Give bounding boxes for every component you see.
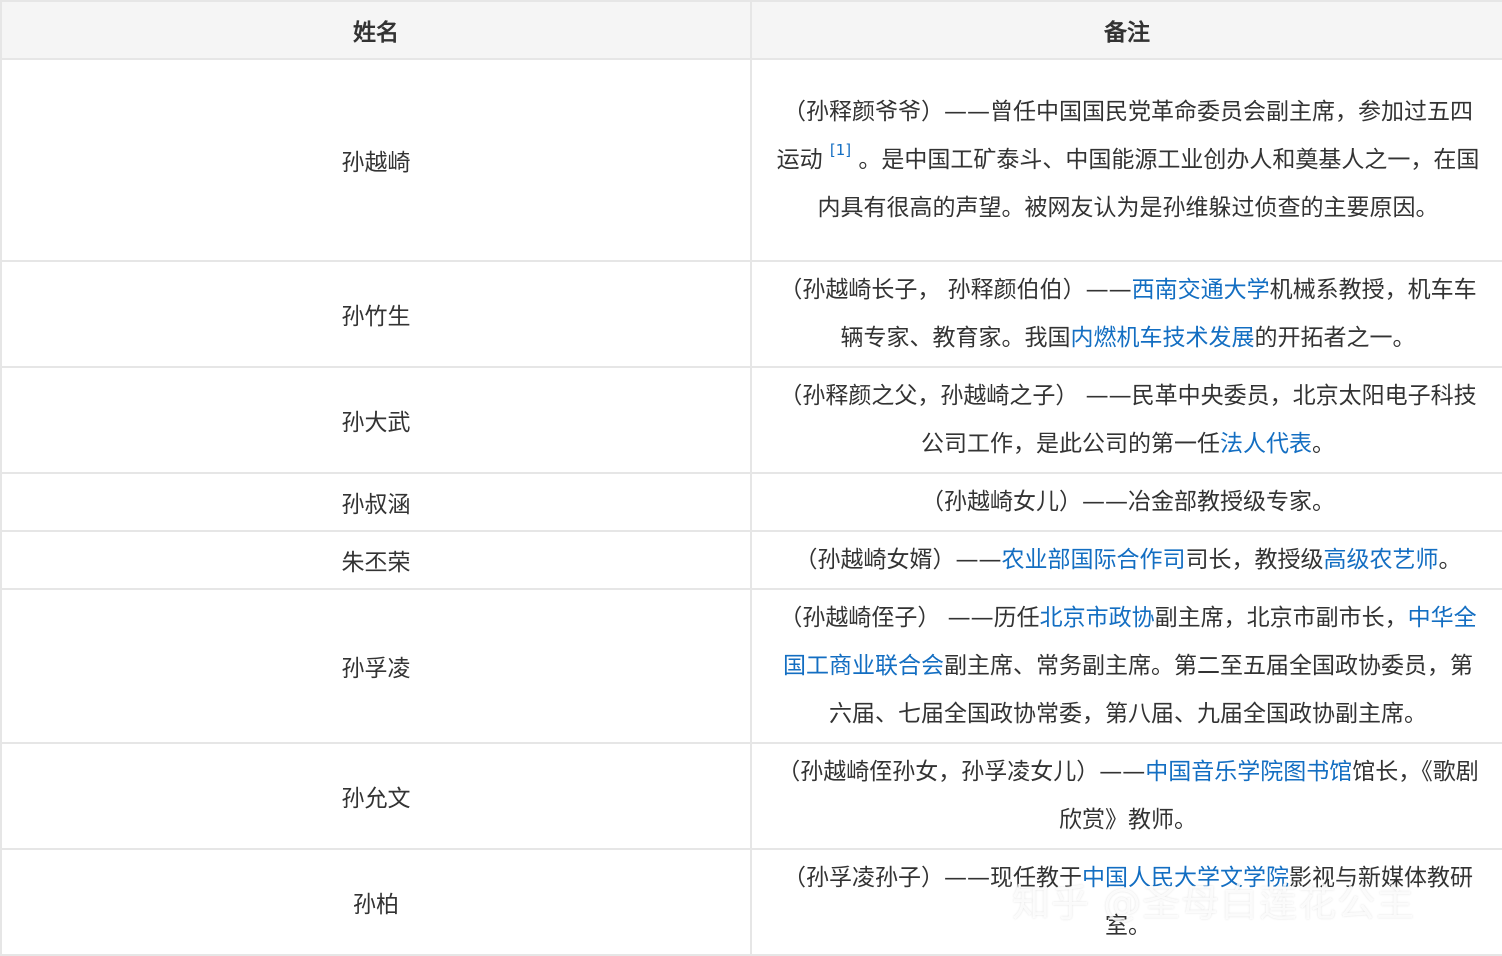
table-body: 孙越崎 （孙释颜爷爷）——曾任中国国民党革命委员会副主席，参加过五四运动 [1] … [0, 58, 1502, 956]
note-link[interactable]: 北京市政协 [1040, 605, 1155, 631]
note-text: （孙越崎长子， 孙释颜伯伯）—— [779, 277, 1132, 303]
note-link[interactable]: 法人代表 [1220, 431, 1312, 457]
note-text: 。 [1312, 431, 1335, 457]
person-name: 孙叔涵 [0, 472, 752, 532]
citation-link[interactable]: [1] [830, 141, 851, 159]
note-text: 的开拓者之一。 [1254, 325, 1416, 351]
note-text: （孙越崎女婿）—— [794, 547, 1002, 573]
watermark: 知乎 @圣母白莲花公主 [1012, 881, 1416, 925]
note-text: 副主席，北京市副市长， [1154, 605, 1408, 631]
note-text: 。是中国工矿泰斗、中国能源工业创办人和奠基人之一，在国内具有很高的声望。被网友认… [817, 147, 1480, 221]
header-row: 姓名 备注 [0, 0, 1502, 60]
note-link[interactable]: 西南交通大学 [1132, 277, 1270, 303]
note-text: （孙释颜之父，孙越崎之子） ——民革中央委员，北京太阳电子科技公司工作，是此公司… [779, 383, 1477, 457]
table-row: 孙孚凌 （孙越崎侄子） ——历任北京市政协副主席，北京市副市长，中华全国工商业联合… [0, 588, 1502, 744]
person-note: （孙越崎女儿）——冶金部教授级专家。 [750, 472, 1502, 532]
family-table: 姓名 备注 孙越崎 （孙释颜爷爷）——曾任中国国民党革命委员会副主席，参加过五四运… [0, 0, 1502, 956]
table-row: 孙越崎 （孙释颜爷爷）——曾任中国国民党革命委员会副主席，参加过五四运动 [1] … [0, 58, 1502, 262]
person-name: 孙孚凌 [0, 588, 752, 744]
person-name: 孙大武 [0, 366, 752, 474]
person-name: 孙允文 [0, 742, 752, 850]
header-name: 姓名 [0, 0, 752, 60]
note-text: （孙越崎侄子） ——历任 [779, 605, 1040, 631]
person-note: （孙越崎侄子） ——历任北京市政协副主席，北京市副市长，中华全国工商业联合会副主… [750, 588, 1502, 744]
note-text: （孙越崎侄孙女，孙孚凌女儿）—— [777, 759, 1146, 785]
header-note: 备注 [750, 0, 1502, 60]
person-note: （孙释颜之父，孙越崎之子） ——民革中央委员，北京太阳电子科技公司工作，是此公司… [750, 366, 1502, 474]
note-link[interactable]: 中国音乐学院图书馆 [1145, 759, 1352, 785]
note-link[interactable]: 农业部国际合作司 [1002, 547, 1186, 573]
note-text: 司长，教授级 [1185, 547, 1324, 573]
note-text: 。 [1438, 547, 1462, 573]
table-row: 孙大武 （孙释颜之父，孙越崎之子） ——民革中央委员，北京太阳电子科技公司工作，是… [0, 366, 1502, 474]
note-link[interactable]: 内燃机车技术发展 [1071, 325, 1255, 351]
person-note: （孙越崎女婿）——农业部国际合作司司长，教授级高级农艺师。 [750, 530, 1502, 590]
person-name: 孙越崎 [0, 58, 752, 262]
person-note: （孙越崎侄孙女，孙孚凌女儿）——中国音乐学院图书馆馆长，《歌剧欣赏》教师。 [750, 742, 1502, 850]
table-row: 朱丕荣 （孙越崎女婿）——农业部国际合作司司长，教授级高级农艺师。 [0, 530, 1502, 590]
note-link[interactable]: 高级农艺师 [1324, 547, 1439, 573]
note-text: （孙越崎女儿）——冶金部教授级专家。 [921, 489, 1335, 515]
person-name: 孙柏 [0, 848, 752, 956]
person-name: 朱丕荣 [0, 530, 752, 590]
table-row: 孙允文 （孙越崎侄孙女，孙孚凌女儿）——中国音乐学院图书馆馆长，《歌剧欣赏》教师。 [0, 742, 1502, 850]
table-row: 孙叔涵 （孙越崎女儿）——冶金部教授级专家。 [0, 472, 1502, 532]
person-note: （孙越崎长子， 孙释颜伯伯）——西南交通大学机械系教授，机车车辆专家、教育家。我… [750, 260, 1502, 368]
person-name: 孙竹生 [0, 260, 752, 368]
person-note: （孙释颜爷爷）——曾任中国国民党革命委员会副主席，参加过五四运动 [1] 。是中… [750, 58, 1502, 262]
table-row: 孙竹生 （孙越崎长子， 孙释颜伯伯）——西南交通大学机械系教授，机车车辆专家、教育… [0, 260, 1502, 368]
